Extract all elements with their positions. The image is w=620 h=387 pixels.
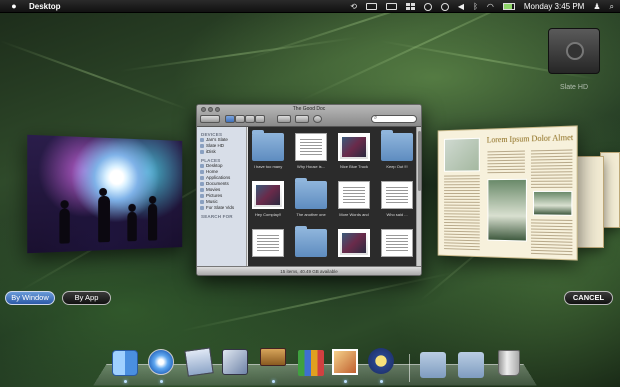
safari-icon[interactable] xyxy=(148,349,174,375)
file-name: Keep Out !!! xyxy=(386,164,408,169)
document-icon xyxy=(381,181,413,209)
sidebar-search-header: SEARCH FOR xyxy=(201,214,233,219)
spotlight-icon[interactable]: ⌕ xyxy=(610,2,614,12)
finder-window[interactable]: The Good Doc DEVICES Jan's Slate Slate H… xyxy=(196,104,422,276)
finder-status-bar: 15 items, 40.49 GB available xyxy=(197,266,421,275)
hard-drive-label: Slate HD xyxy=(559,84,588,91)
downloads-folder-icon[interactable] xyxy=(458,352,484,378)
folder-icon xyxy=(381,130,413,161)
mail-icon[interactable] xyxy=(184,347,214,377)
file-name: Who said ... xyxy=(386,212,408,217)
file-name: Why House is... xyxy=(296,164,325,169)
view-list-button[interactable] xyxy=(235,115,245,123)
brochure-text xyxy=(530,149,573,189)
bluetooth-icon[interactable]: ᛒ xyxy=(473,2,478,11)
file-name: Nice Blue Truck xyxy=(339,164,368,169)
file-item[interactable]: Nice Blue Truck xyxy=(334,130,374,175)
file-name: The another one xyxy=(296,212,326,217)
finder-sidebar: DEVICES Jan's Slate Slate HD iDisk PLACE… xyxy=(197,127,247,266)
user-icon[interactable]: ♟ xyxy=(593,2,600,11)
view-coverflow-button[interactable] xyxy=(255,115,265,123)
photo-window-thumbnail[interactable] xyxy=(27,134,183,254)
sync-icon[interactable] xyxy=(423,2,432,11)
file-item[interactable] xyxy=(248,226,288,271)
file-item[interactable]: More Words and xyxy=(334,178,374,223)
info-button[interactable] xyxy=(313,115,322,123)
by-window-button[interactable]: By Window xyxy=(5,291,55,305)
hard-drive-icon xyxy=(548,28,600,74)
cancel-button[interactable]: CANCEL xyxy=(564,291,613,305)
sidebar-item-place[interactable]: For Slate Vids xyxy=(197,205,246,211)
sidebar-item-device[interactable]: iDisk xyxy=(197,149,246,155)
finder-titlebar[interactable]: The Good Doc xyxy=(197,105,421,127)
brochure-title: Lorem Ipsum Dolor Almet xyxy=(486,132,574,145)
wifi-icon[interactable]: ◠ xyxy=(487,2,494,11)
document-icon xyxy=(338,181,370,209)
file-item[interactable]: I have too many xyxy=(248,130,288,175)
file-item[interactable] xyxy=(334,226,374,271)
display-icon[interactable] xyxy=(365,3,377,10)
back-forward-button[interactable] xyxy=(200,115,220,123)
file-item[interactable]: The another one xyxy=(291,178,331,223)
file-item[interactable] xyxy=(377,226,417,271)
dock-separator xyxy=(409,354,410,382)
document-window-thumbnail[interactable] xyxy=(574,156,604,248)
finder-icon[interactable] xyxy=(112,350,138,376)
file-item[interactable] xyxy=(291,226,331,271)
menu-clock[interactable]: Monday 3:45 PM xyxy=(524,2,584,11)
menu-extras: ⟲ ◀ ᛒ ◠ Monday 3:45 PM ♟ ⌕ xyxy=(350,0,614,13)
brochure-text xyxy=(530,219,573,256)
clock-status-icon[interactable] xyxy=(440,2,449,11)
action-gear-button[interactable] xyxy=(277,115,291,123)
file-item[interactable]: Why House is... xyxy=(291,130,331,175)
apple-menu-icon[interactable]: ● xyxy=(9,1,19,11)
app-name-menu[interactable]: Desktop xyxy=(29,2,61,11)
brochure-text xyxy=(444,175,480,253)
folder-icon xyxy=(295,226,327,257)
document-icon xyxy=(381,229,413,257)
keyboard-icon[interactable] xyxy=(385,3,397,10)
time-machine-icon[interactable]: ⟲ xyxy=(350,2,357,11)
brochure-image xyxy=(487,178,527,242)
trash-icon[interactable] xyxy=(498,350,520,376)
volume-icon[interactable]: ◀ xyxy=(458,2,464,11)
file-name: I have too many xyxy=(253,164,283,169)
image-icon xyxy=(338,229,370,257)
file-item[interactable]: Who said ... xyxy=(377,178,417,223)
view-icon-button[interactable] xyxy=(225,115,235,123)
image-icon xyxy=(252,181,284,209)
vertical-scrollbar[interactable] xyxy=(416,127,421,266)
numbers-icon[interactable] xyxy=(298,350,324,376)
applications-folder-icon[interactable] xyxy=(420,352,446,378)
menu-bar: ● Desktop ⟲ ◀ ᛒ ◠ Monday 3:45 PM ♟ ⌕ xyxy=(0,0,620,13)
file-name: Hey Complay!! xyxy=(254,212,282,217)
finder-search-input[interactable] xyxy=(371,115,417,123)
spaces-icon[interactable] xyxy=(405,3,415,10)
file-item[interactable]: Keep Out !!! xyxy=(377,130,417,175)
document-icon xyxy=(295,133,327,161)
brochure-text xyxy=(487,150,525,176)
brochure-window-thumbnail[interactable]: Lorem Ipsum Dolor Almet xyxy=(437,125,578,261)
preview-icon[interactable] xyxy=(222,349,248,375)
brochure-image xyxy=(533,190,573,216)
by-app-button[interactable]: By App xyxy=(62,291,111,305)
brochure-image xyxy=(444,137,480,172)
finder-file-grid: I have too many Why House is... Nice Blu… xyxy=(248,127,416,266)
file-item[interactable]: Hey Complay!! xyxy=(248,178,288,223)
keynote-icon[interactable] xyxy=(260,348,286,366)
view-column-button[interactable] xyxy=(245,115,255,123)
folder-icon xyxy=(252,130,284,161)
window-title: The Good Doc xyxy=(292,106,326,112)
folder-icon xyxy=(295,178,327,209)
file-name: More Words and xyxy=(339,212,369,217)
quicklook-eye-button[interactable] xyxy=(295,115,309,123)
hard-drive[interactable]: Slate HD xyxy=(548,24,600,91)
document-icon xyxy=(252,229,284,257)
battery-icon[interactable] xyxy=(502,3,515,10)
iphoto-icon[interactable] xyxy=(332,349,358,375)
image-icon xyxy=(338,133,370,161)
imovie-icon[interactable] xyxy=(368,348,394,374)
